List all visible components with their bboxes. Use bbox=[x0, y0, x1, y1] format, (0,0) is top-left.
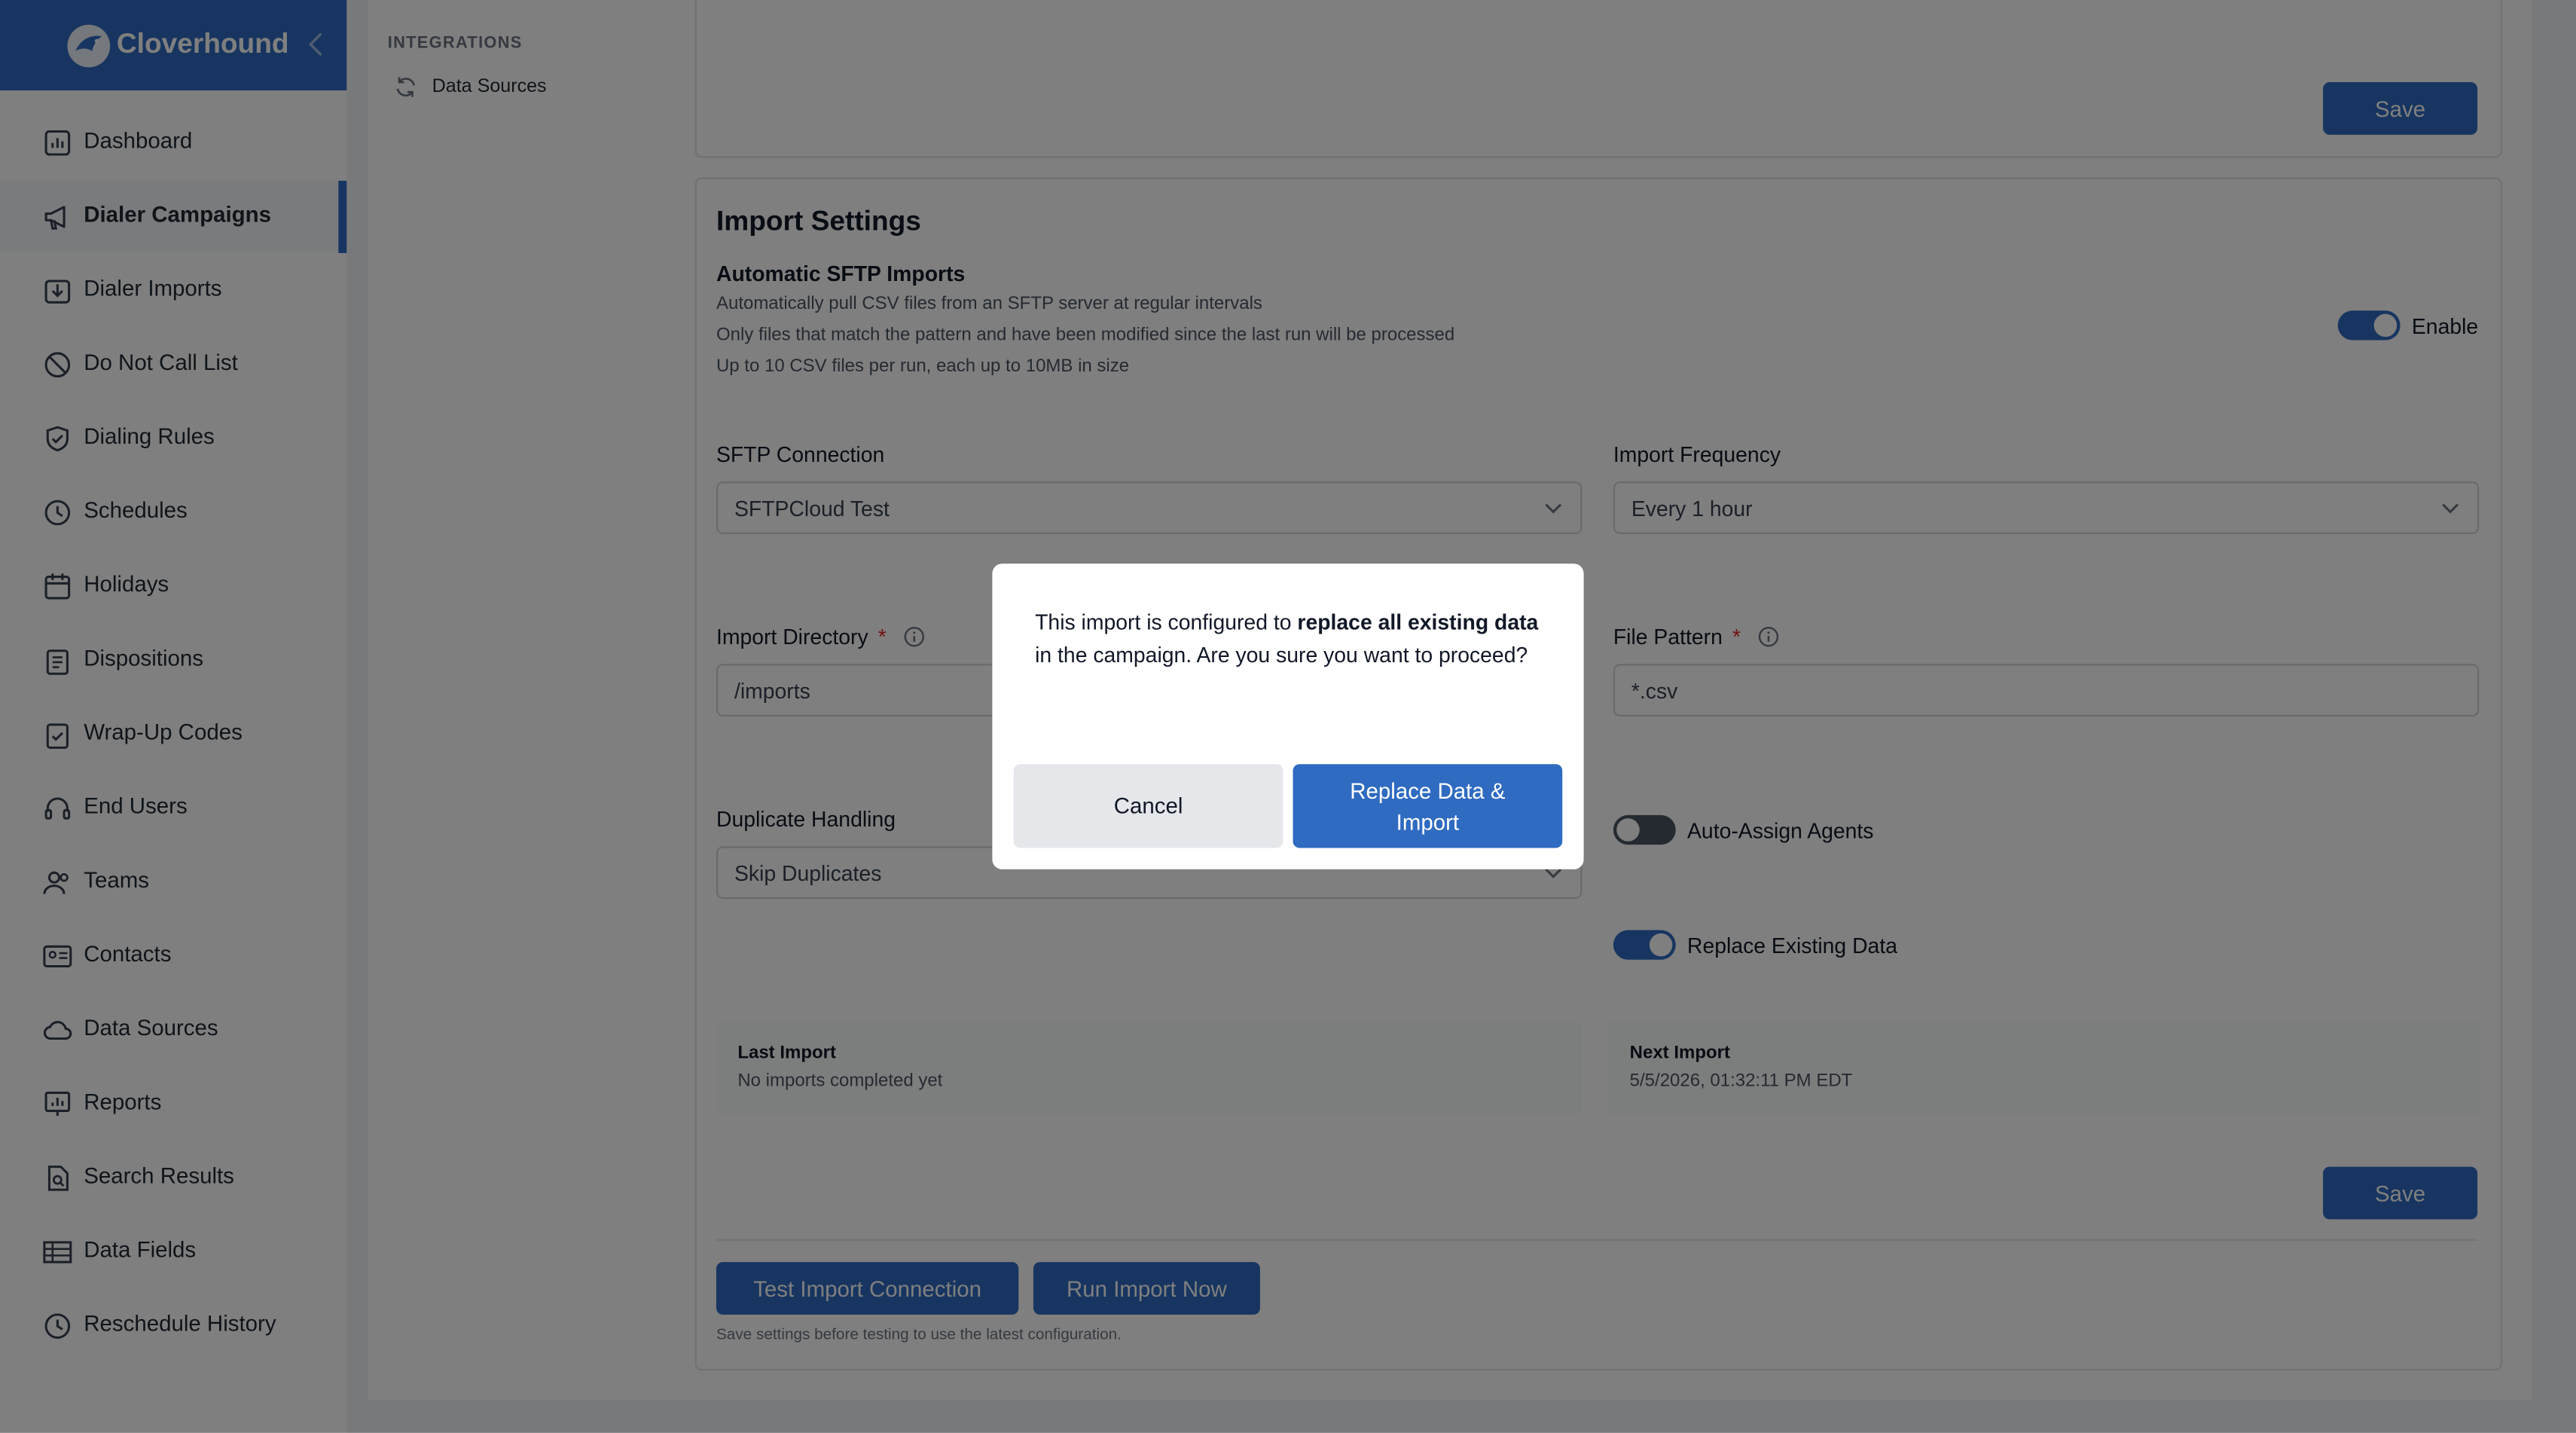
cancel-button[interactable]: Cancel bbox=[1013, 764, 1283, 848]
dialog-message-part1: This import is configured to bbox=[1035, 610, 1298, 634]
replace-data-import-button[interactable]: Replace Data & Import bbox=[1293, 764, 1563, 848]
confirm-replace-dialog: This import is configured to replace all… bbox=[992, 564, 1584, 869]
dialog-message-emphasis: replace all existing data bbox=[1297, 610, 1539, 634]
dialog-message-part2: in the campaign. Are you sure you want t… bbox=[1035, 641, 1528, 667]
dialog-message: This import is configured to replace all… bbox=[1035, 607, 1548, 671]
